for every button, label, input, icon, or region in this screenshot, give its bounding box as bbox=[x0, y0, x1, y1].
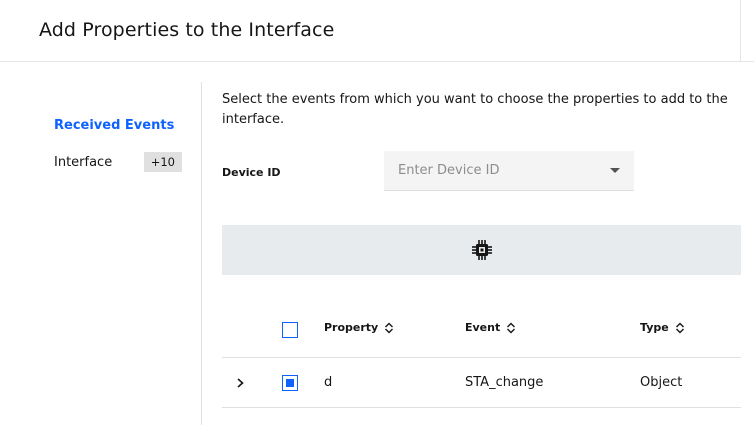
type-column-header[interactable]: Type bbox=[640, 321, 685, 334]
main-panel: Select the events from which you want to… bbox=[222, 62, 754, 425]
sidebar-divider bbox=[201, 82, 202, 425]
chevron-right-icon[interactable] bbox=[234, 374, 248, 392]
sort-icon bbox=[675, 322, 684, 333]
sidebar-item-interface[interactable]: Interface +10 bbox=[54, 152, 182, 172]
property-column-header[interactable]: Property bbox=[324, 321, 394, 334]
chip-banner bbox=[222, 225, 741, 275]
chip-icon bbox=[471, 240, 492, 260]
table-header: Property Event Type bbox=[222, 302, 741, 358]
device-id-dropdown[interactable]: Enter Device ID bbox=[384, 151, 634, 191]
type-cell: Object bbox=[640, 375, 683, 390]
modal-header: Add Properties to the Interface bbox=[0, 0, 754, 62]
table-row: d STA_change Object bbox=[222, 359, 741, 408]
event-column-header[interactable]: Event bbox=[465, 321, 516, 334]
select-all-checkbox[interactable] bbox=[282, 322, 298, 338]
caret-down-icon bbox=[610, 168, 620, 173]
count-badge: +10 bbox=[143, 152, 182, 172]
property-cell: d bbox=[324, 375, 333, 390]
event-header-label: Event bbox=[465, 321, 501, 334]
row-checkbox[interactable] bbox=[282, 375, 298, 391]
device-id-placeholder: Enter Device ID bbox=[398, 163, 500, 178]
device-id-label: Device ID bbox=[222, 166, 281, 179]
sidebar-heading: Received Events bbox=[54, 118, 175, 133]
type-header-label: Type bbox=[640, 321, 669, 334]
event-cell: STA_change bbox=[465, 375, 544, 390]
sidebar-item-label: Interface bbox=[54, 154, 113, 170]
modal-title: Add Properties to the Interface bbox=[39, 19, 335, 41]
intro-text: Select the events from which you want to… bbox=[222, 92, 728, 127]
property-header-label: Property bbox=[324, 321, 379, 334]
sort-icon bbox=[507, 322, 516, 333]
header-divider bbox=[740, 0, 741, 62]
sort-icon bbox=[385, 322, 394, 333]
sidebar: Received Events Interface +10 bbox=[0, 62, 201, 425]
